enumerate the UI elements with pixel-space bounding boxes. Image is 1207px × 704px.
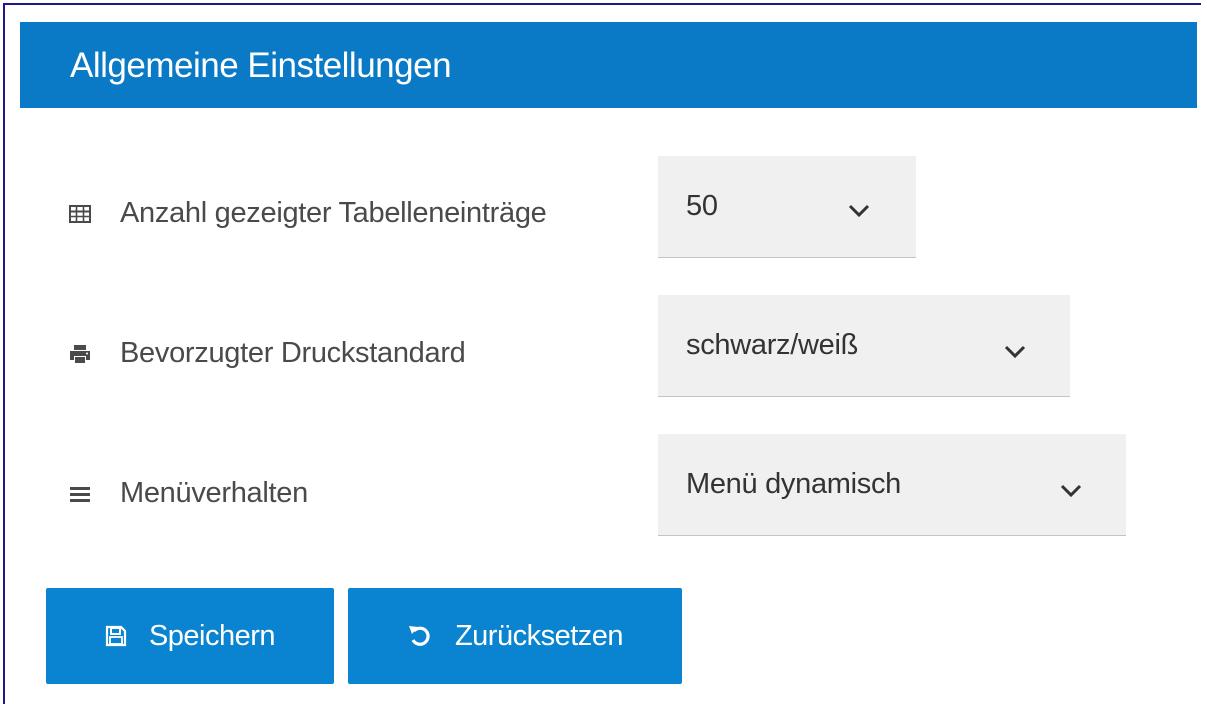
menu-behavior-value: Menü dynamisch	[686, 468, 902, 500]
card-title: Allgemeine Einstellungen	[70, 46, 452, 85]
setting-label-table-entries: Anzahl gezeigter Tabelleneinträge	[68, 197, 547, 230]
chevron-down-icon	[848, 204, 870, 218]
setting-label-print-standard: Bevorzugter Druckstandard	[68, 337, 466, 370]
reset-button[interactable]: Zurücksetzen	[348, 588, 682, 684]
printer-icon	[68, 342, 92, 366]
menu-icon	[68, 482, 92, 506]
menu-behavior-select[interactable]: Menü dynamisch	[658, 434, 1126, 536]
settings-card: Allgemeine Einstellungen Anzahl gezeigte…	[20, 22, 1197, 704]
floppy-disk-icon	[105, 625, 127, 647]
table-icon	[68, 202, 92, 226]
print-standard-select[interactable]: schwarz/weiß	[658, 295, 1070, 397]
table-entries-value: 50	[686, 190, 718, 222]
undo-icon	[407, 623, 433, 649]
setting-label-menu-behavior: Menüverhalten	[68, 477, 308, 510]
setting-label-text: Anzahl gezeigter Tabelleneinträge	[120, 197, 547, 229]
save-button-label: Speichern	[148, 619, 276, 652]
setting-label-text: Menüverhalten	[120, 477, 308, 509]
print-standard-value: schwarz/weiß	[686, 329, 859, 361]
table-entries-select[interactable]: 50	[658, 156, 916, 258]
chevron-down-icon	[1004, 345, 1026, 359]
setting-label-text: Bevorzugter Druckstandard	[120, 337, 466, 369]
card-header: Allgemeine Einstellungen	[20, 22, 1197, 108]
chevron-down-icon	[1060, 484, 1082, 498]
save-button[interactable]: Speichern	[46, 588, 334, 684]
reset-button-label: Zurücksetzen	[454, 619, 624, 652]
